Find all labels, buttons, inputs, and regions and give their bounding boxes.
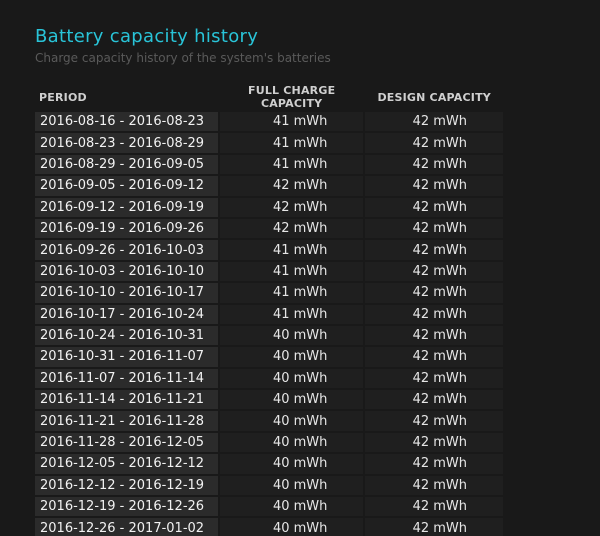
full-charge-capacity-cell: 40 mWh <box>219 325 364 346</box>
full-charge-capacity-cell: 41 mWh <box>219 154 364 175</box>
design-capacity-cell: 42 mWh <box>365 176 503 196</box>
period-cell: 2016-08-23 - 2016-08-29 <box>35 133 218 153</box>
period-cell: 2016-12-26 - 2017-01-02 <box>35 518 218 536</box>
design-capacity-cell: 42 mWh <box>365 390 503 410</box>
table-row: 2016-11-28 - 2016-12-05 40 mWh 42 mWh <box>35 432 503 453</box>
period-cell: 2016-11-21 - 2016-11-28 <box>35 411 218 431</box>
period-cell: 2016-12-05 - 2016-12-12 <box>35 454 218 474</box>
design-capacity-cell: 42 mWh <box>365 411 503 431</box>
design-capacity-cell: 42 mWh <box>365 518 503 536</box>
design-capacity-cell: 42 mWh <box>365 240 503 260</box>
capacity-history-table-container: PERIOD FULL CHARGE CAPACITY DESIGN CAPAC… <box>35 82 505 536</box>
full-charge-capacity-cell: 41 mWh <box>219 240 364 260</box>
table-row: 2016-10-24 - 2016-10-31 40 mWh 42 mWh <box>35 325 503 346</box>
full-charge-capacity-cell: 40 mWh <box>219 411 364 431</box>
table-row: 2016-09-12 - 2016-09-19 42 mWh 42 mWh <box>35 197 503 217</box>
period-cell: 2016-09-05 - 2016-09-12 <box>35 176 218 196</box>
page-subtitle: Charge capacity history of the system's … <box>35 51 331 65</box>
column-header-full-charge-capacity: FULL CHARGE CAPACITY <box>247 84 336 110</box>
design-capacity-cell: 42 mWh <box>365 432 503 453</box>
design-capacity-cell: 42 mWh <box>365 475 503 496</box>
design-capacity-cell: 42 mWh <box>365 368 503 389</box>
full-charge-capacity-cell: 40 mWh <box>219 368 364 389</box>
table-body: 2016-08-16 - 2016-08-23 41 mWh 42 mWh 2016-… <box>35 112 503 536</box>
table-row: 2016-12-19 - 2016-12-26 40 mWh 42 mWh <box>35 497 503 517</box>
period-cell: 2016-10-17 - 2016-10-24 <box>35 304 218 324</box>
period-cell: 2016-11-07 - 2016-11-14 <box>35 368 218 389</box>
column-header-period: PERIOD <box>39 90 87 104</box>
period-cell: 2016-12-19 - 2016-12-26 <box>35 497 218 517</box>
full-charge-capacity-cell: 40 mWh <box>219 454 364 474</box>
page-title: Battery capacity history <box>35 26 259 47</box>
full-charge-capacity-cell: 42 mWh <box>219 197 364 217</box>
full-charge-capacity-cell: 42 mWh <box>219 176 364 196</box>
table-row: 2016-08-16 - 2016-08-23 41 mWh 42 mWh <box>35 112 503 132</box>
full-charge-capacity-cell: 40 mWh <box>219 518 364 536</box>
full-charge-capacity-cell: 40 mWh <box>219 475 364 496</box>
full-charge-capacity-cell: 41 mWh <box>219 261 364 282</box>
design-capacity-cell: 42 mWh <box>365 133 503 153</box>
period-cell: 2016-10-03 - 2016-10-10 <box>35 261 218 282</box>
table-row: 2016-08-23 - 2016-08-29 41 mWh 42 mWh <box>35 133 503 153</box>
table-row: 2016-10-10 - 2016-10-17 41 mWh 42 mWh <box>35 283 503 303</box>
table-row: 2016-11-21 - 2016-11-28 40 mWh 42 mWh <box>35 411 503 431</box>
column-header-design-capacity: DESIGN CAPACITY <box>377 90 491 104</box>
full-charge-capacity-cell: 40 mWh <box>219 390 364 410</box>
design-capacity-cell: 42 mWh <box>365 154 503 175</box>
period-cell: 2016-09-26 - 2016-10-03 <box>35 240 218 260</box>
period-cell: 2016-10-31 - 2016-11-07 <box>35 347 218 367</box>
table-row: 2016-09-26 - 2016-10-03 41 mWh 42 mWh <box>35 240 503 260</box>
table-row: 2016-08-29 - 2016-09-05 41 mWh 42 mWh <box>35 154 503 175</box>
full-charge-capacity-cell: 40 mWh <box>219 347 364 367</box>
full-charge-capacity-cell: 41 mWh <box>219 283 364 303</box>
period-cell: 2016-11-28 - 2016-12-05 <box>35 432 218 453</box>
design-capacity-cell: 42 mWh <box>365 197 503 217</box>
design-capacity-cell: 42 mWh <box>365 454 503 474</box>
table-row: 2016-10-17 - 2016-10-24 41 mWh 42 mWh <box>35 304 503 324</box>
table-row: 2016-12-05 - 2016-12-12 40 mWh 42 mWh <box>35 454 503 474</box>
full-charge-capacity-cell: 41 mWh <box>219 133 364 153</box>
period-cell: 2016-10-24 - 2016-10-31 <box>35 325 218 346</box>
period-cell: 2016-08-16 - 2016-08-23 <box>35 112 218 132</box>
table-row: 2016-09-05 - 2016-09-12 42 mWh 42 mWh <box>35 176 503 196</box>
capacity-history-table: PERIOD FULL CHARGE CAPACITY DESIGN CAPAC… <box>33 82 505 536</box>
table-header-row: PERIOD FULL CHARGE CAPACITY DESIGN CAPAC… <box>35 84 503 110</box>
table-row: 2016-10-31 - 2016-11-07 40 mWh 42 mWh <box>35 347 503 367</box>
design-capacity-cell: 42 mWh <box>365 112 503 132</box>
design-capacity-cell: 42 mWh <box>365 304 503 324</box>
design-capacity-cell: 42 mWh <box>365 325 503 346</box>
design-capacity-cell: 42 mWh <box>365 497 503 517</box>
period-cell: 2016-08-29 - 2016-09-05 <box>35 154 218 175</box>
design-capacity-cell: 42 mWh <box>365 218 503 239</box>
design-capacity-cell: 42 mWh <box>365 347 503 367</box>
table-row: 2016-12-26 - 2017-01-02 40 mWh 42 mWh <box>35 518 503 536</box>
period-cell: 2016-09-19 - 2016-09-26 <box>35 218 218 239</box>
table-row: 2016-09-19 - 2016-09-26 42 mWh 42 mWh <box>35 218 503 239</box>
report-header: Battery capacity history Charge capacity… <box>35 25 331 66</box>
period-cell: 2016-10-10 - 2016-10-17 <box>35 283 218 303</box>
design-capacity-cell: 42 mWh <box>365 261 503 282</box>
period-cell: 2016-12-12 - 2016-12-19 <box>35 475 218 496</box>
full-charge-capacity-cell: 40 mWh <box>219 432 364 453</box>
full-charge-capacity-cell: 40 mWh <box>219 497 364 517</box>
table-row: 2016-11-07 - 2016-11-14 40 mWh 42 mWh <box>35 368 503 389</box>
period-cell: 2016-11-14 - 2016-11-21 <box>35 390 218 410</box>
full-charge-capacity-cell: 41 mWh <box>219 112 364 132</box>
table-row: 2016-12-12 - 2016-12-19 40 mWh 42 mWh <box>35 475 503 496</box>
table-row: 2016-10-03 - 2016-10-10 41 mWh 42 mWh <box>35 261 503 282</box>
full-charge-capacity-cell: 41 mWh <box>219 304 364 324</box>
period-cell: 2016-09-12 - 2016-09-19 <box>35 197 218 217</box>
full-charge-capacity-cell: 42 mWh <box>219 218 364 239</box>
table-row: 2016-11-14 - 2016-11-21 40 mWh 42 mWh <box>35 390 503 410</box>
design-capacity-cell: 42 mWh <box>365 283 503 303</box>
